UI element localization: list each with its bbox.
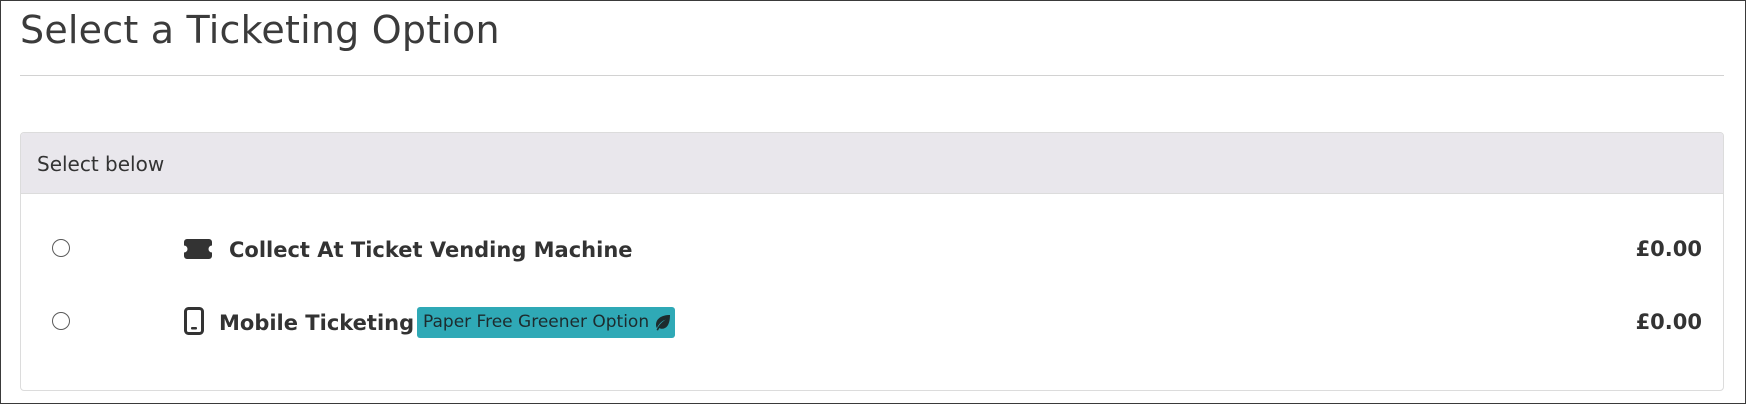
paper-free-badge-label: Paper Free Greener Option xyxy=(423,312,650,332)
ticket-option-tvm[interactable]: Collect At Ticket Vending Machine £0.00 xyxy=(21,229,1723,269)
mobile-option-label: Mobile Ticketing xyxy=(219,311,415,335)
ticket-option-mobile[interactable]: Mobile Ticketing Paper Free Greener Opti… xyxy=(21,302,1723,342)
tvm-radio[interactable] xyxy=(52,239,70,257)
tvm-option-label: Collect At Ticket Vending Machine xyxy=(229,238,633,262)
tvm-option-price: £0.00 xyxy=(1635,237,1702,261)
leaf-icon xyxy=(656,315,671,331)
ticketing-options-panel: Select below Collect At Ticket Vending M… xyxy=(20,132,1724,391)
mobile-phone-icon xyxy=(184,307,204,335)
panel-header-label: Select below xyxy=(37,152,165,176)
paper-free-badge: Paper Free Greener Option xyxy=(417,307,676,338)
panel-header: Select below xyxy=(21,133,1723,194)
ticket-icon xyxy=(184,239,212,259)
page-frame: Select a Ticketing Option Select below C… xyxy=(0,0,1746,404)
mobile-radio[interactable] xyxy=(52,312,70,330)
page-title: Select a Ticketing Option xyxy=(20,8,500,52)
mobile-option-price: £0.00 xyxy=(1635,310,1702,334)
title-divider xyxy=(20,75,1724,76)
